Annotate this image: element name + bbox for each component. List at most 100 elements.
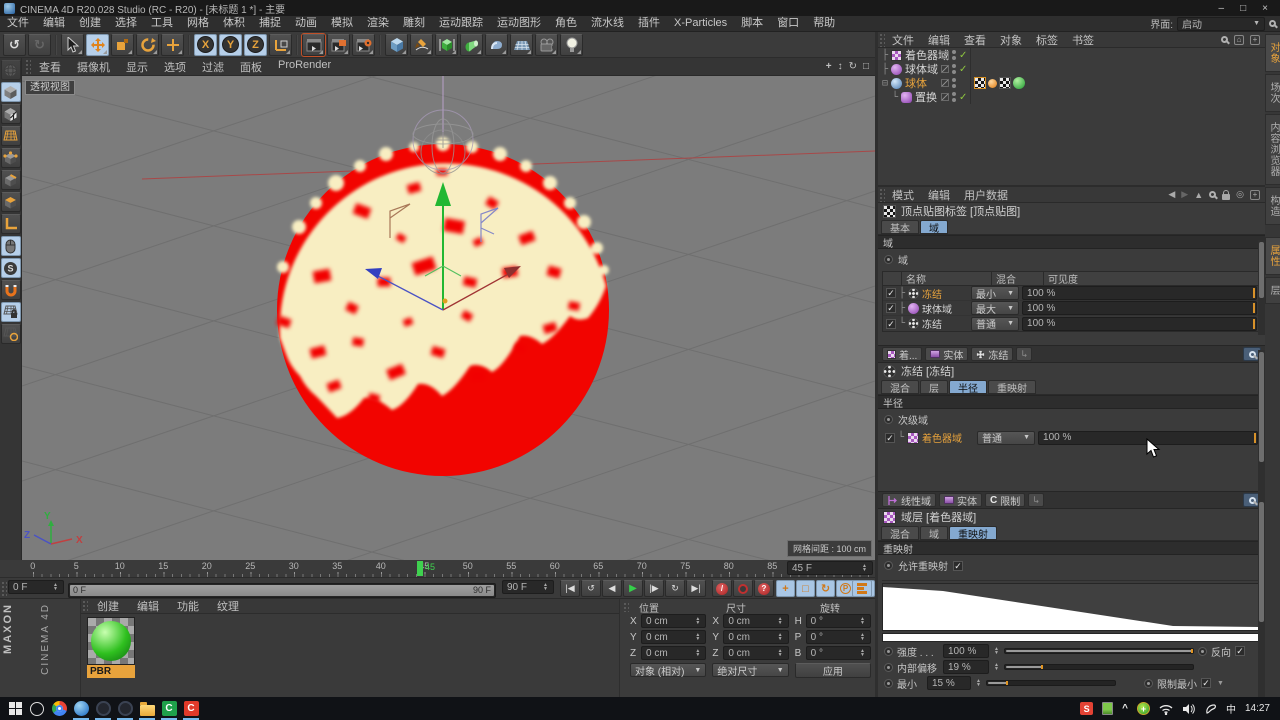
section-fields[interactable]: 域 <box>878 235 1265 250</box>
tab-fields[interactable]: 域 <box>920 220 948 235</box>
last-tool-button[interactable] <box>161 33 184 56</box>
om-home-icon[interactable]: ⌂ <box>1234 34 1244 45</box>
field-row-freeze-1[interactable]: ✓ ├ 冻结 最小 ▼ 100 % <box>883 286 1260 301</box>
tab-structure[interactable]: 构造 <box>1265 187 1280 225</box>
autokey-button[interactable] <box>733 580 753 597</box>
lock-icon[interactable] <box>1222 189 1231 200</box>
key-rotation-toggle[interactable]: ↻ <box>816 580 835 597</box>
radio-icon[interactable] <box>884 646 893 656</box>
am-search-icon[interactable] <box>1209 191 1217 198</box>
preview-range-slider[interactable]: 0 F 90 F <box>68 582 496 598</box>
enabled-check-icon[interactable]: ✓ <box>959 50 967 61</box>
polygons-mode-button[interactable] <box>0 192 21 212</box>
sogou-icon[interactable]: S <box>1080 702 1094 715</box>
material-tag-icon[interactable] <box>988 78 997 88</box>
workplane-mode-button[interactable] <box>0 126 21 146</box>
radio-icon[interactable] <box>884 678 893 688</box>
material-menu-item[interactable]: 创建 <box>88 598 128 614</box>
app2-button[interactable] <box>114 698 136 720</box>
om-menu-item[interactable]: 查看 <box>957 32 993 48</box>
speaker-icon[interactable] <box>1182 703 1196 715</box>
layer-icon[interactable] <box>941 93 949 101</box>
points-mode-button[interactable] <box>0 148 21 168</box>
enable-axis-button[interactable] <box>0 214 21 234</box>
panel-grip[interactable] <box>24 58 31 75</box>
key-position-toggle[interactable]: + <box>776 580 795 597</box>
size-mode-select[interactable]: 绝对尺寸 ▼ <box>712 663 789 678</box>
visibility-dots[interactable] <box>952 92 956 102</box>
om-menu-item[interactable]: 标签 <box>1029 32 1065 48</box>
menu-item[interactable]: X-Particles <box>667 16 734 31</box>
viewport-canvas[interactable]: Y X Z 透视视图 网格间距 : 100 cm <box>22 76 875 560</box>
chrome-button[interactable] <box>48 698 70 720</box>
object-row-displacer[interactable]: └ 置换 ✓ <box>878 90 1265 104</box>
model-mode-button[interactable] <box>0 82 21 102</box>
radio-icon[interactable] <box>884 561 893 570</box>
panel-grip[interactable] <box>878 187 885 202</box>
coord-mode-select[interactable]: 对象 (相对) ▼ <box>630 663 707 678</box>
range-end-field[interactable]: 90 F ▲ ▼ <box>502 580 554 594</box>
camera-menu-button[interactable] <box>535 33 558 56</box>
om-menu-item[interactable]: 编辑 <box>921 32 957 48</box>
render-settings-button[interactable] <box>352 33 375 56</box>
menu-item[interactable]: 窗口 <box>770 16 806 31</box>
record-keyframe-button[interactable]: / <box>712 580 732 597</box>
material-menu-item[interactable]: 纹理 <box>208 598 248 614</box>
spline-pen-menu-button[interactable] <box>410 33 433 56</box>
viewport-menu-item[interactable]: 面板 <box>232 59 270 75</box>
scroll-down-icon[interactable]: ▼ <box>1217 680 1224 687</box>
am-menu-item[interactable]: 模式 <box>885 187 921 203</box>
tab-field[interactable]: 域 <box>920 526 948 541</box>
pos-z-field[interactable]: 0 cm ▲ ▼ <box>641 646 707 660</box>
rotate-tool-button[interactable] <box>136 33 159 56</box>
playhead[interactable] <box>417 561 423 576</box>
object-row-sphere-field[interactable]: ├ 球体域 ✓ <box>878 62 1265 76</box>
viewport-rotate-icon[interactable]: ↻ <box>849 61 857 72</box>
col-visibility[interactable]: 可见度 <box>1043 271 1260 286</box>
enabled-check-icon[interactable]: ✓ <box>959 64 967 75</box>
viewport-menu-item[interactable]: 过滤 <box>194 59 232 75</box>
battery-icon[interactable] <box>1102 702 1114 715</box>
min-slider[interactable] <box>986 680 1116 686</box>
light-menu-button[interactable] <box>560 33 583 56</box>
radio-icon[interactable] <box>884 662 893 672</box>
search-icon[interactable] <box>1269 20 1276 27</box>
blend-select[interactable]: 普通 ▼ <box>977 430 1036 445</box>
previous-frame-button[interactable]: ◀ <box>602 580 622 597</box>
checker-tag-icon[interactable] <box>999 77 1011 89</box>
menu-item[interactable]: 角色 <box>548 16 584 31</box>
convert-object-button[interactable] <box>0 60 21 80</box>
viewport-toggle-icon[interactable]: □ <box>863 61 869 72</box>
om-add-icon[interactable]: + <box>1250 34 1260 45</box>
visibility-field[interactable]: 100 % <box>1022 286 1257 300</box>
row-check[interactable]: ✓ <box>886 318 896 329</box>
cinema4d-taskbar-button[interactable]: C <box>158 698 180 720</box>
min-field[interactable]: 15 % <box>927 676 971 690</box>
material-menu-item[interactable]: 功能 <box>168 598 208 614</box>
menu-item[interactable]: 编辑 <box>36 16 72 31</box>
visibility-dots[interactable] <box>952 50 956 60</box>
timeline-mode-button[interactable] <box>852 580 872 597</box>
enabled-check-icon[interactable]: ✓ <box>959 92 967 103</box>
snap-magnet-button[interactable] <box>0 280 21 300</box>
visibility-dots[interactable] <box>952 78 956 88</box>
menu-item[interactable]: 运动图形 <box>490 16 548 31</box>
crumb-nav[interactable]: ↳ <box>1028 493 1045 507</box>
menu-item[interactable]: 捕捉 <box>252 16 288 31</box>
panel-grip[interactable] <box>622 601 629 612</box>
visibility-dots[interactable] <box>952 64 956 74</box>
menu-item[interactable]: 模拟 <box>324 16 360 31</box>
phong-tag-icon[interactable] <box>1013 77 1025 89</box>
new-panel-icon[interactable]: + <box>1250 189 1260 200</box>
radio-icon[interactable] <box>884 255 893 264</box>
coordinate-system-button[interactable] <box>269 33 292 56</box>
goto-end-button[interactable]: ▶| <box>686 580 706 597</box>
menu-item[interactable]: 渲染 <box>360 16 396 31</box>
tab-radius[interactable]: 半径 <box>949 380 987 395</box>
radio-icon[interactable] <box>1144 678 1153 688</box>
undo-button[interactable]: ↺ <box>3 33 26 56</box>
render-to-picture-viewer-button[interactable] <box>327 33 350 56</box>
move-tool-button[interactable] <box>86 33 109 56</box>
app3-button[interactable]: C <box>180 698 202 720</box>
antivirus-icon[interactable]: + <box>1136 702 1150 715</box>
